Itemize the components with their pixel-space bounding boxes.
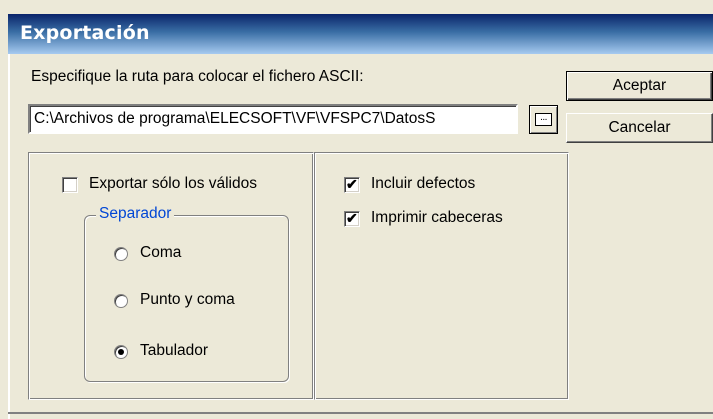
accept-button[interactable]: Aceptar	[566, 71, 713, 101]
only-valid-label[interactable]: Exportar sólo los válidos	[89, 175, 257, 193]
print-headers-label[interactable]: Imprimir cabeceras	[371, 209, 503, 227]
include-defects-checkbox[interactable]: ✔	[344, 176, 360, 193]
export-dialog: Exportación Especifique la ruta para col…	[0, 0, 713, 419]
check-mark-icon: ✔	[346, 210, 358, 226]
radio-selected-dot	[118, 349, 124, 355]
radio-punto-y-coma[interactable]	[114, 294, 128, 308]
only-valid-checkbox[interactable]	[62, 177, 78, 193]
dialog-left-edge	[8, 54, 10, 419]
check-mark-icon: ✔	[346, 176, 358, 192]
dialog-title: Exportación	[20, 22, 150, 44]
radio-coma-label[interactable]: Coma	[140, 244, 181, 262]
separator-group-label: Separador	[96, 205, 175, 223]
path-input[interactable]	[34, 109, 514, 129]
path-label: Especifique la ruta para colocar el fich…	[31, 68, 364, 85]
ellipsis-icon: ...	[535, 113, 552, 126]
cancel-button[interactable]: Cancelar	[566, 113, 713, 143]
path-field-frame	[28, 104, 518, 134]
dialog-bottom-edge	[8, 412, 713, 414]
title-bar[interactable]: Exportación	[8, 14, 713, 54]
radio-tabulador-label[interactable]: Tabulador	[140, 342, 208, 360]
include-defects-label[interactable]: Incluir defectos	[371, 175, 475, 193]
radio-punto-y-coma-label[interactable]: Punto y coma	[140, 291, 235, 309]
radio-coma[interactable]	[114, 247, 128, 261]
print-headers-checkbox[interactable]: ✔	[344, 210, 360, 227]
radio-tabulador[interactable]	[114, 345, 128, 359]
browse-button[interactable]: ...	[529, 105, 558, 134]
